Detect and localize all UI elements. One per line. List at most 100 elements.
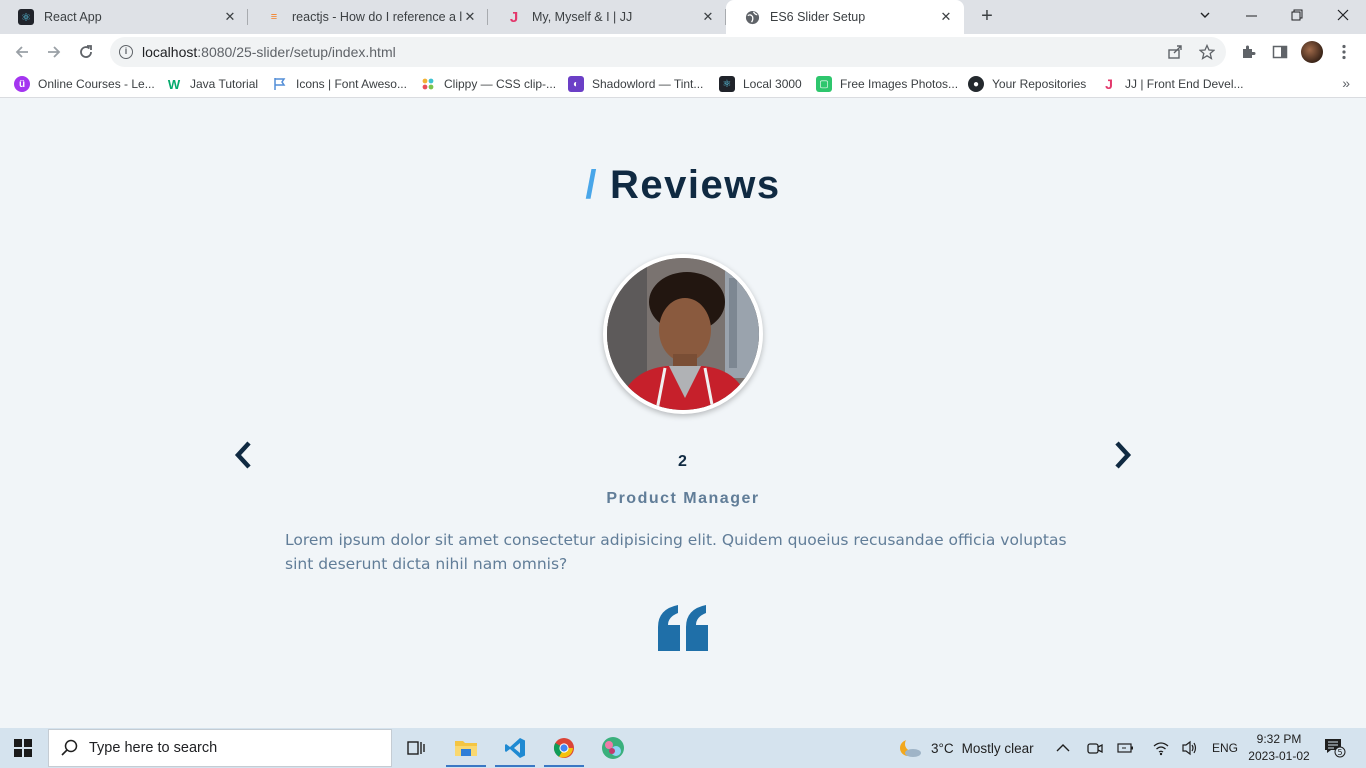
notification-icon: 5 (1325, 739, 1346, 758)
back-button[interactable] (8, 38, 36, 66)
tab-title: ES6 Slider Setup (770, 10, 866, 24)
action-center-button[interactable]: 5 (1324, 728, 1346, 768)
bookmark-local-3000[interactable]: ⚛ Local 3000 (719, 75, 802, 93)
globe-icon (744, 9, 760, 25)
pixabay-icon: ▢ (816, 76, 832, 92)
tab-jj[interactable]: J My, Myself & I | JJ ✕ (488, 0, 726, 34)
github-icon: ● (968, 76, 984, 92)
close-icon[interactable]: ✕ (462, 9, 478, 25)
flag-icon (272, 76, 288, 92)
tab-strip: ⚛ React App ✕ ≡ reactjs - How do I refer… (0, 0, 1366, 34)
bookmark-jj-front-end[interactable]: J JJ | Front End Devel... (1101, 75, 1243, 93)
file-explorer-button[interactable] (442, 728, 490, 768)
url-text[interactable]: localhost:8080/25-slider/setup/index.htm… (142, 44, 396, 60)
weather-widget[interactable]: 3°C Mostly clear (898, 728, 1034, 768)
search-placeholder: Type here to search (89, 740, 218, 756)
notification-count: 5 (1337, 748, 1342, 757)
person-name: 2 (678, 453, 688, 470)
react-icon: ⚛ (719, 76, 735, 92)
clippy-icon (420, 76, 436, 92)
colorful-app-icon (602, 737, 624, 759)
tab-title: React App (44, 10, 102, 24)
taskbar-search[interactable]: Type here to search (48, 729, 392, 767)
react-icon: ⚛ (18, 9, 34, 25)
speaker-icon (1182, 740, 1197, 756)
tab-title: My, Myself & I | JJ (532, 10, 633, 24)
tab-title: reactjs - How do I reference a loc (292, 10, 462, 24)
info-icon[interactable]: i (119, 45, 133, 59)
network-button[interactable] (1152, 728, 1170, 768)
battery-button[interactable] (1117, 728, 1135, 768)
tab-stackoverflow[interactable]: ≡ reactjs - How do I reference a loc ✕ (248, 0, 488, 34)
jj-icon: J (1105, 76, 1113, 92)
quote-icon (658, 605, 708, 651)
bookmark-font-awesome[interactable]: Icons | Font Aweso... (272, 75, 407, 93)
w3schools-icon: W (167, 76, 181, 92)
jj-icon: J (509, 8, 519, 26)
forward-button[interactable] (40, 38, 68, 66)
bookmark-clippy[interactable]: Clippy — CSS clip-... (420, 75, 556, 93)
side-panel-icon[interactable] (1270, 42, 1290, 62)
meet-now-button[interactable] (1087, 728, 1103, 768)
udemy-icon: ü (14, 76, 30, 92)
battery-icon (1117, 743, 1133, 753)
close-icon[interactable]: ✕ (222, 9, 238, 25)
start-button[interactable] (14, 739, 32, 762)
tab-es6-slider[interactable]: ES6 Slider Setup ✕ (726, 0, 964, 34)
system-clock[interactable]: 9:32 PM 2023-01-02 (1244, 731, 1314, 765)
profile-avatar[interactable] (1301, 41, 1323, 63)
bookmarks-overflow-icon[interactable]: » (1342, 75, 1350, 91)
show-hidden-icons-button[interactable] (1056, 728, 1070, 768)
task-view-button[interactable] (392, 728, 440, 768)
windows-taskbar: Type here to search 3°C Mostly clear ENG… (0, 728, 1366, 768)
clock-date: 2023-01-02 (1248, 749, 1310, 763)
language-indicator[interactable]: ENG (1212, 728, 1238, 768)
vscode-button[interactable] (491, 728, 539, 768)
close-window-button[interactable] (1320, 0, 1366, 30)
camera-icon (1087, 743, 1103, 754)
page-title: / Reviews (0, 163, 1366, 208)
search-icon (61, 739, 78, 756)
browser-toolbar: i localhost:8080/25-slider/setup/index.h… (0, 34, 1366, 70)
share-icon[interactable] (1166, 43, 1184, 61)
wifi-icon (1153, 742, 1169, 756)
close-icon[interactable]: ✕ (938, 9, 954, 25)
person-title: Product Manager (606, 490, 760, 507)
title-slash: / (585, 163, 598, 207)
restore-button[interactable] (1274, 0, 1320, 30)
shadowlord-icon: ◐ (568, 76, 584, 92)
arrow-right-icon (48, 46, 61, 58)
extensions-icon[interactable] (1238, 42, 1258, 62)
minimize-button[interactable] (1228, 0, 1274, 30)
close-icon[interactable]: ✕ (700, 9, 716, 25)
clock-time: 9:32 PM (1256, 732, 1302, 746)
profile-app-button[interactable] (589, 728, 637, 768)
bookmark-free-images[interactable]: ▢ Free Images Photos... (816, 75, 958, 93)
tab-search-button[interactable] (1182, 0, 1228, 30)
folder-icon (455, 741, 477, 756)
person-text: Lorem ipsum dolor sit amet consectetur a… (285, 531, 1067, 573)
bookmark-java-tutorial[interactable]: W Java Tutorial (166, 75, 258, 93)
reload-icon (80, 45, 92, 58)
bookmark-online-courses[interactable]: ü Online Courses - Le... (14, 75, 155, 93)
chrome-button[interactable] (540, 728, 588, 768)
new-tab-button[interactable]: + (976, 5, 998, 27)
weather-text: Mostly clear (961, 740, 1034, 756)
page-viewport: / Reviews 2 Product Manager Lorem ipsum d… (0, 99, 1366, 728)
chevron-up-icon (1056, 744, 1070, 752)
bookmark-your-repositories[interactable]: ● Your Repositories (968, 75, 1086, 93)
task-view-icon (407, 741, 425, 755)
moon-cloud-icon (900, 737, 921, 757)
chevron-down-icon (1200, 12, 1210, 18)
reload-button[interactable] (72, 38, 100, 66)
menu-kebab-icon[interactable] (1334, 42, 1354, 62)
chrome-icon (553, 738, 574, 758)
vscode-icon (505, 738, 525, 758)
tab-react-app[interactable]: ⚛ React App ✕ (0, 0, 248, 34)
address-bar[interactable]: i localhost:8080/25-slider/setup/index.h… (110, 37, 1226, 67)
bookmark-shadowlord[interactable]: ◐ Shadowlord — Tint... (568, 75, 703, 93)
bookmark-star-icon[interactable] (1198, 43, 1216, 61)
stackoverflow-icon: ≡ (270, 11, 278, 23)
volume-button[interactable] (1181, 728, 1199, 768)
windows-icon (14, 739, 32, 757)
